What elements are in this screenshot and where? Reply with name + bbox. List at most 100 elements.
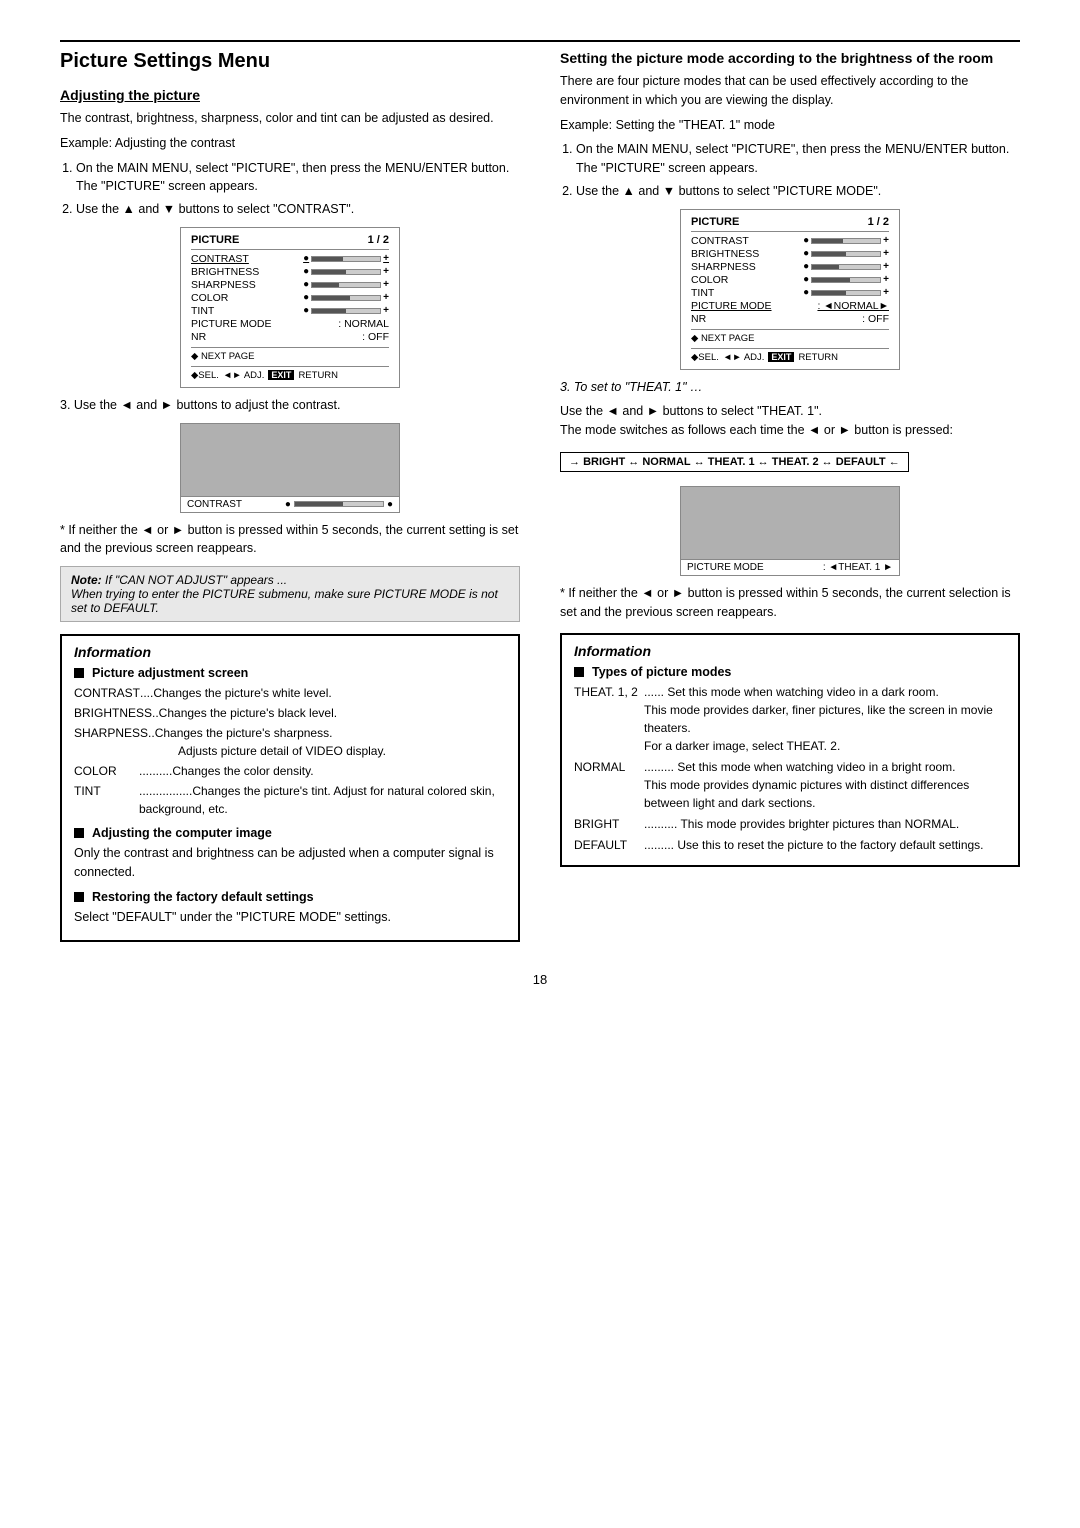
menu-row-color: COLOR ● + (191, 292, 389, 304)
info-brightness-desc: ..Changes the picture's black level. (152, 704, 506, 722)
page-container: Picture Settings Menu Adjusting the pict… (60, 40, 1020, 987)
menu2-picture-mode-value: : ◄NORMAL► (817, 300, 889, 312)
types-bright-row: BRIGHT .......... This mode provides bri… (574, 815, 1006, 833)
menu2-tint-label: TINT (691, 287, 771, 299)
menu2-brightness-label: BRIGHTNESS (691, 248, 771, 260)
menu-title-2: PICTURE (691, 216, 739, 228)
note-box: Note: If "CAN NOT ADJUST" appears ... Wh… (60, 566, 520, 622)
square-icon-right (574, 667, 584, 677)
tint-controls: ● + (303, 305, 389, 316)
menu2-row-color: COLOR ● + (691, 274, 889, 286)
menu-header-1: PICTURE 1 / 2 (191, 234, 389, 250)
next-page-label: ◆ NEXT PAGE (191, 351, 254, 362)
menu2-row-picture-mode: PICTURE MODE : ◄NORMAL► (691, 300, 889, 312)
info-tint-desc: ................Changes the picture's ti… (139, 782, 506, 818)
types-default-term: DEFAULT (574, 836, 644, 854)
menu-row-picture-mode: PICTURE MODE : NORMAL (191, 318, 389, 330)
info-section2: Adjusting the computer image Only the co… (74, 826, 506, 882)
menu2-color-slider (811, 277, 881, 283)
color-slider (311, 295, 381, 301)
info-title-left: Information (74, 644, 506, 660)
picture-mode-label: PICTURE MODE (191, 318, 272, 330)
info-contrast-term: CONTRAST (74, 684, 140, 702)
step-1: On the MAIN MENU, select "PICTURE", then… (76, 159, 520, 197)
right-intro: There are four picture modes that can be… (560, 72, 1020, 110)
info-section3: Restoring the factory default settings S… (74, 890, 506, 927)
nr-label: NR (191, 331, 271, 343)
note-body-text: When trying to enter the PICTURE submenu… (71, 587, 498, 615)
menu-row-tint: TINT ● + (191, 305, 389, 317)
square-icon (74, 668, 84, 678)
menu2-tint-slider (811, 290, 881, 296)
note-title: Note: (71, 573, 105, 587)
sharpness-slider (311, 282, 381, 288)
info-sharpness-desc: ..Changes the picture's sharpness. Adjus… (148, 724, 506, 760)
brightness-controls: ● + (303, 266, 389, 277)
right-column: Setting the picture mode according to th… (560, 50, 1020, 942)
info-right-section1-title: Types of picture modes (574, 665, 1006, 679)
menu-title-1: PICTURE (191, 234, 239, 246)
picture-mode-demo-footer: PICTURE MODE : ◄THEAT. 1 ► (681, 559, 899, 575)
menu2-tint-controls: ● + (803, 287, 889, 298)
asterisk-note-left: * If neither the ◄ or ► button is presse… (60, 521, 520, 559)
menu2-contrast-controls: ● + (803, 235, 889, 246)
info-box-right: Information Types of picture modes THEAT… (560, 633, 1020, 867)
menu2-nr-label: NR (691, 313, 771, 325)
contrast-slider (311, 256, 381, 262)
section1-title: Adjusting the picture (60, 87, 520, 103)
menu-row-nr: NR : OFF (191, 331, 389, 343)
menu-row-contrast: CONTRAST ● + (191, 253, 389, 265)
nr-value: : OFF (362, 331, 389, 343)
info-color-term: COLOR (74, 762, 139, 780)
page-number: 18 (60, 972, 1020, 987)
contrast-demo-footer: CONTRAST ● ● (181, 496, 399, 512)
picture-mode-demo-box: PICTURE MODE : ◄THEAT. 1 ► (680, 486, 900, 576)
top-border (60, 40, 1020, 42)
picture-mode-demo-value: : ◄THEAT. 1 ► (823, 562, 893, 573)
info-tint-row: TINT ................Changes the picture… (74, 782, 506, 818)
menu-footer-2: ◆ NEXT PAGE (691, 329, 889, 344)
right-step-2: Use the ▲ and ▼ buttons to select "PICTU… (576, 182, 1020, 201)
menu-footer-1: ◆ NEXT PAGE (191, 347, 389, 362)
mode-sequence: → BRIGHT ↔ NORMAL ↔ THEAT. 1 ↔ THEAT. 2 … (560, 452, 909, 472)
info-section3-text: Select "DEFAULT" under the "PICTURE MODE… (74, 908, 506, 927)
menu2-contrast-label: CONTRAST (691, 235, 771, 247)
menu-row-brightness: BRIGHTNESS ● + (191, 266, 389, 278)
info-sharpness-row: SHARPNESS ..Changes the picture's sharpn… (74, 724, 506, 760)
menu2-sharpness-controls: ● + (803, 261, 889, 272)
adj-label-2: ◄► ADJ. (723, 352, 765, 363)
info-color-desc: ..........Changes the color density. (139, 762, 506, 780)
picture-mode-value: : NORMAL (338, 318, 389, 330)
types-default-row: DEFAULT ......... Use this to reset the … (574, 836, 1006, 854)
menu2-color-label: COLOR (691, 274, 771, 286)
section1-intro: The contrast, brightness, sharpness, col… (60, 109, 520, 128)
note-body-intro: If "CAN NOT ADJUST" appears ... (105, 573, 287, 587)
menu2-row-tint: TINT ● + (691, 287, 889, 299)
tint-slider (311, 308, 381, 314)
right-section-title: Setting the picture mode according to th… (560, 50, 1020, 66)
sharpness-controls: ● + (303, 279, 389, 290)
contrast-demo-label: CONTRAST (187, 499, 242, 510)
color-controls: ● + (303, 292, 389, 303)
menu-header-2: PICTURE 1 / 2 (691, 216, 889, 232)
menu2-row-nr: NR : OFF (691, 313, 889, 325)
tint-label: TINT (191, 305, 271, 317)
menu2-nr-value: : OFF (862, 313, 889, 325)
step-3: 3. Use the ◄ and ► buttons to adjust the… (60, 396, 520, 415)
example-label: Example: Adjusting the contrast (60, 134, 520, 153)
asterisk-note-right: * If neither the ◄ or ► button is presse… (560, 584, 1020, 622)
info-contrast-desc: ....Changes the picture's white level. (140, 684, 506, 702)
info-sharpness-term: SHARPNESS (74, 724, 148, 760)
menu2-row-contrast: CONTRAST ● + (691, 235, 889, 247)
menu-row-sharpness: SHARPNESS ● + (191, 279, 389, 291)
exit-button: EXIT (268, 370, 294, 380)
contrast-label: CONTRAST (191, 253, 271, 265)
right-steps-list: On the MAIN MENU, select "PICTURE", then… (576, 140, 1020, 200)
picture-mode-demo-label: PICTURE MODE (687, 562, 764, 573)
step-2: Use the ▲ and ▼ buttons to select "CONTR… (76, 200, 520, 219)
sharpness-label: SHARPNESS (191, 279, 271, 291)
color-label: COLOR (191, 292, 271, 304)
menu2-sharpness-slider (811, 264, 881, 270)
menu-box-2: PICTURE 1 / 2 CONTRAST ● + BRIGHTNESS ● (680, 209, 900, 370)
sel-label-2: ◆SEL. (691, 352, 719, 363)
